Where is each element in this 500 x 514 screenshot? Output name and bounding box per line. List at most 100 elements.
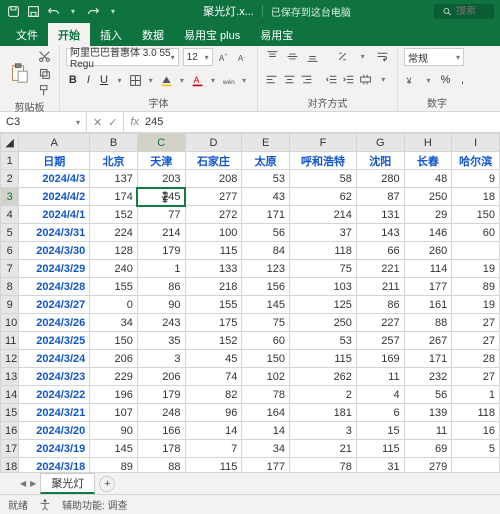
cell[interactable]: 118 bbox=[289, 242, 356, 260]
cell[interactable]: 11 bbox=[404, 422, 452, 440]
cell[interactable]: 155 bbox=[90, 278, 138, 296]
align-left-icon[interactable] bbox=[264, 71, 279, 87]
cell[interactable]: 206 bbox=[137, 368, 185, 386]
undo-dropdown[interactable]: ▾ bbox=[66, 4, 80, 18]
font-color-dropdown[interactable]: ▾ bbox=[206, 72, 220, 88]
cell[interactable]: 天津 bbox=[137, 152, 185, 170]
cell[interactable]: 45 bbox=[185, 350, 242, 368]
cell[interactable]: 257 bbox=[356, 332, 404, 350]
cell[interactable]: 14 bbox=[185, 422, 242, 440]
cell[interactable]: 19 bbox=[452, 296, 500, 314]
wrap-text-icon[interactable] bbox=[375, 48, 391, 64]
cell[interactable]: 58 bbox=[289, 170, 356, 188]
tab-eyb-plus[interactable]: 易用宝 plus bbox=[174, 23, 250, 46]
cell[interactable]: 4 bbox=[356, 386, 404, 404]
cell[interactable]: 14 bbox=[242, 422, 290, 440]
row-header[interactable]: 8 bbox=[1, 278, 19, 296]
cell[interactable]: 2024/4/3 bbox=[19, 170, 90, 188]
col-B[interactable]: B bbox=[90, 134, 138, 152]
cell[interactable]: 250 bbox=[404, 188, 452, 206]
cell[interactable]: 152 bbox=[185, 332, 242, 350]
cell[interactable]: 9 bbox=[452, 170, 500, 188]
paste-button[interactable] bbox=[6, 56, 31, 90]
cell[interactable] bbox=[452, 458, 500, 473]
font-name-select[interactable]: 阿里巴巴普惠体 3.0 55 Regu▾ bbox=[66, 48, 179, 66]
tab-insert[interactable]: 插入 bbox=[90, 23, 132, 46]
cell[interactable]: 6 bbox=[356, 404, 404, 422]
cell[interactable]: 2024/3/19 bbox=[19, 440, 90, 458]
cell[interactable]: 103 bbox=[289, 278, 356, 296]
cell[interactable]: 86 bbox=[356, 296, 404, 314]
cell[interactable]: 102 bbox=[242, 368, 290, 386]
cell[interactable]: 245 bbox=[137, 188, 185, 206]
sheet-nav-next[interactable]: ▶ bbox=[30, 479, 36, 488]
cell[interactable]: 175 bbox=[185, 314, 242, 332]
formula-bar[interactable]: fx 245 bbox=[124, 112, 500, 132]
cell[interactable]: 27 bbox=[452, 368, 500, 386]
cell[interactable]: 北京 bbox=[90, 152, 138, 170]
cell[interactable]: 100 bbox=[185, 224, 242, 242]
cell[interactable]: 150 bbox=[90, 332, 138, 350]
decrease-font-icon[interactable]: Aˇ bbox=[236, 49, 251, 65]
merge-dropdown[interactable]: ▾ bbox=[376, 71, 391, 87]
cell[interactable]: 2024/3/22 bbox=[19, 386, 90, 404]
cell[interactable] bbox=[452, 242, 500, 260]
cell[interactable]: 37 bbox=[289, 224, 356, 242]
cell[interactable]: 221 bbox=[356, 260, 404, 278]
cell[interactable]: 280 bbox=[356, 170, 404, 188]
tab-eyb[interactable]: 易用宝 bbox=[250, 23, 303, 46]
border-icon[interactable] bbox=[128, 72, 142, 88]
cell[interactable]: 2024/3/28 bbox=[19, 278, 90, 296]
cell[interactable]: 沈阳 bbox=[356, 152, 404, 170]
cell[interactable]: 171 bbox=[404, 350, 452, 368]
cell[interactable]: 232 bbox=[404, 368, 452, 386]
percent-icon[interactable]: % bbox=[438, 72, 453, 88]
cell[interactable]: 2024/3/20 bbox=[19, 422, 90, 440]
cell[interactable]: 2024/4/2 bbox=[19, 188, 90, 206]
row-header[interactable]: 4 bbox=[1, 206, 19, 224]
cell[interactable]: 161 bbox=[404, 296, 452, 314]
cell[interactable]: 2024/3/30 bbox=[19, 242, 90, 260]
number-format-select[interactable]: 常规▾ bbox=[404, 48, 464, 66]
cell[interactable]: 137 bbox=[90, 170, 138, 188]
cell[interactable]: 31 bbox=[356, 458, 404, 473]
row-header[interactable]: 6 bbox=[1, 242, 19, 260]
cell[interactable]: 125 bbox=[289, 296, 356, 314]
cell[interactable]: 哈尔滨 bbox=[452, 152, 500, 170]
format-painter-icon[interactable] bbox=[35, 82, 53, 98]
cell[interactable]: 11 bbox=[356, 368, 404, 386]
cell[interactable]: 2024/3/29 bbox=[19, 260, 90, 278]
cell[interactable]: 2 bbox=[289, 386, 356, 404]
cell[interactable]: 43 bbox=[242, 188, 290, 206]
row-header[interactable]: 16 bbox=[1, 422, 19, 440]
accounting-dropdown[interactable]: ▾ bbox=[421, 72, 436, 88]
cell[interactable]: 66 bbox=[356, 242, 404, 260]
cell[interactable]: 227 bbox=[356, 314, 404, 332]
cell[interactable]: 2024/3/27 bbox=[19, 296, 90, 314]
row-header[interactable]: 2 bbox=[1, 170, 19, 188]
cell[interactable]: 164 bbox=[242, 404, 290, 422]
row-header[interactable]: 15 bbox=[1, 404, 19, 422]
cell[interactable]: 2024/3/21 bbox=[19, 404, 90, 422]
row-header[interactable]: 10 bbox=[1, 314, 19, 332]
align-middle-icon[interactable] bbox=[284, 48, 300, 64]
cell[interactable]: 107 bbox=[90, 404, 138, 422]
cell[interactable]: 86 bbox=[137, 278, 185, 296]
cell[interactable]: 169 bbox=[356, 350, 404, 368]
cell[interactable]: 267 bbox=[404, 332, 452, 350]
cell[interactable]: 7 bbox=[185, 440, 242, 458]
orientation-icon[interactable] bbox=[334, 48, 350, 64]
cell[interactable]: 18 bbox=[452, 188, 500, 206]
font-color-icon[interactable]: A bbox=[191, 72, 205, 88]
cell[interactable]: 229 bbox=[90, 368, 138, 386]
cell[interactable]: 15 bbox=[356, 422, 404, 440]
cell[interactable]: 115 bbox=[185, 458, 242, 473]
cell[interactable]: 174 bbox=[90, 188, 138, 206]
align-center-icon[interactable] bbox=[281, 71, 296, 87]
cell[interactable]: 16 bbox=[452, 422, 500, 440]
cell[interactable]: 2024/3/24 bbox=[19, 350, 90, 368]
cell[interactable]: 82 bbox=[185, 386, 242, 404]
cell[interactable]: 长春 bbox=[404, 152, 452, 170]
cell[interactable]: 272 bbox=[185, 206, 242, 224]
cell[interactable]: 19 bbox=[452, 260, 500, 278]
